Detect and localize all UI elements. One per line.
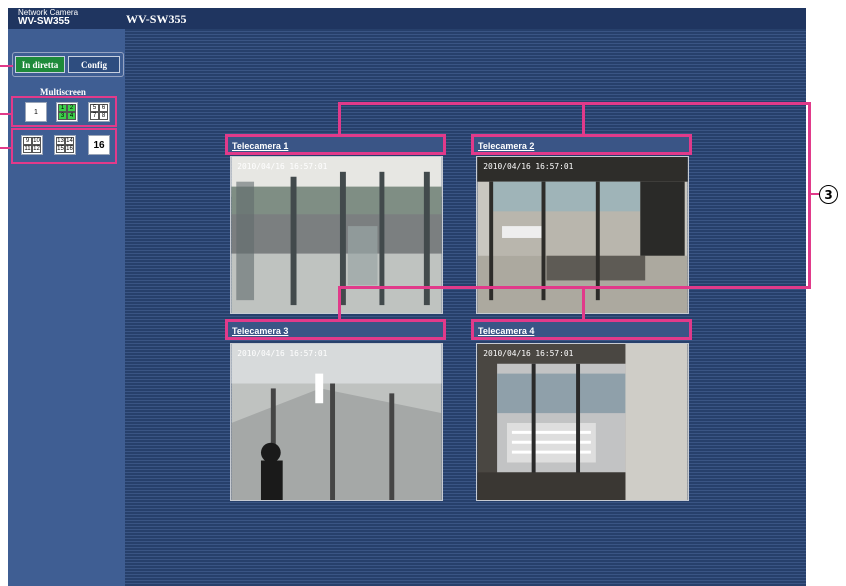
camera-4-timestamp: 2010/04/16 16:57:01 xyxy=(483,349,573,358)
callout-number: 3 xyxy=(819,185,838,204)
annotation-line xyxy=(582,286,585,320)
annotation-box xyxy=(471,319,692,340)
annotation-line xyxy=(338,286,341,320)
tab-live[interactable]: In diretta xyxy=(15,56,65,73)
brand-model: WV-SW355 xyxy=(18,16,70,27)
annotation-line xyxy=(808,102,811,289)
page-title: WV-SW355 xyxy=(126,12,187,26)
camera-4-feed[interactable]: 2010/04/16 16:57:01 xyxy=(476,343,689,501)
camera-1-feed[interactable]: 2010/04/16 16:57:01 xyxy=(230,156,443,314)
annotation-box xyxy=(11,96,117,127)
annotation-line xyxy=(338,102,341,135)
live-view-area xyxy=(125,29,806,586)
camera-2-timestamp: 2010/04/16 16:57:01 xyxy=(483,162,573,171)
camera-3-timestamp: 2010/04/16 16:57:01 xyxy=(237,349,327,358)
annotation-box xyxy=(225,319,446,340)
camera-1-timestamp: 2010/04/16 16:57:01 xyxy=(237,162,327,171)
annotation-box xyxy=(471,134,692,155)
callout-text: 3 xyxy=(824,187,833,202)
brand: Network Camera WV-SW355 xyxy=(18,9,78,27)
tab-config[interactable]: Config xyxy=(68,56,120,73)
annotation-line xyxy=(0,113,13,115)
annotation-line xyxy=(338,286,811,289)
annotation-box xyxy=(11,128,117,164)
annotation-line xyxy=(0,147,13,149)
annotation-line xyxy=(582,102,585,135)
camera-3-feed[interactable]: 2010/04/16 16:57:01 xyxy=(230,343,443,501)
annotation-line xyxy=(808,193,819,195)
annotation-line xyxy=(338,102,811,105)
annotation-box xyxy=(225,134,446,155)
annotation-line xyxy=(0,65,13,67)
